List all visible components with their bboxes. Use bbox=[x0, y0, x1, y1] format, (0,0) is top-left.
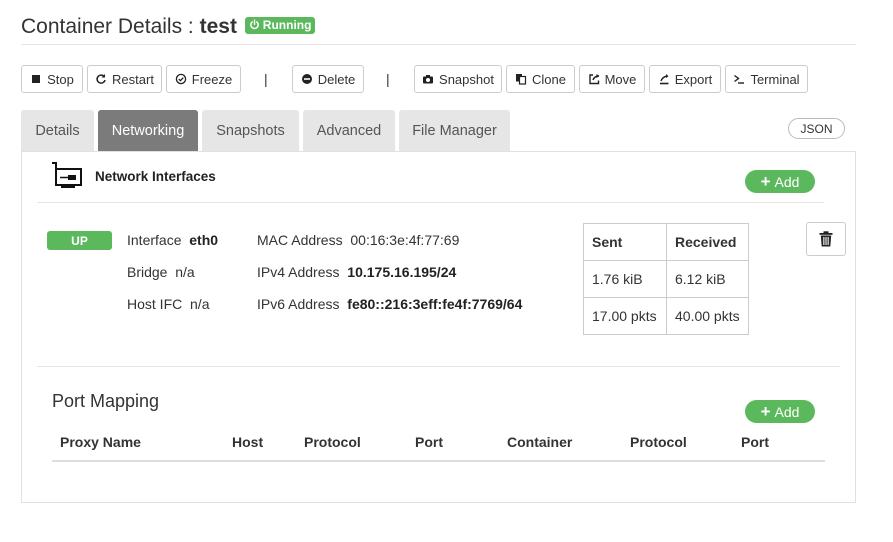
move-button[interactable]: Move bbox=[579, 65, 645, 93]
terminal-button[interactable]: Terminal bbox=[725, 65, 808, 93]
section-divider bbox=[37, 366, 840, 367]
mac-address-field: MAC Address 00:16:3e:4f:77:69 bbox=[257, 232, 460, 248]
check-circle-icon bbox=[175, 73, 187, 85]
delete-interface-button[interactable] bbox=[806, 222, 846, 256]
tab-snapshots[interactable]: Snapshots bbox=[202, 110, 299, 151]
received-bytes: 6.12 kiB bbox=[666, 260, 749, 298]
terminal-icon bbox=[734, 74, 745, 84]
toolbar-separator: | bbox=[264, 71, 268, 87]
network-card-icon bbox=[52, 162, 82, 188]
sent-header: Sent bbox=[583, 223, 667, 261]
snapshot-button[interactable]: Snapshot bbox=[414, 65, 502, 93]
toolbar-separator: | bbox=[386, 71, 390, 87]
camera-icon bbox=[423, 75, 434, 84]
column-container: Container bbox=[507, 434, 573, 450]
port-mapping-title: Port Mapping bbox=[52, 391, 160, 411]
network-interfaces-title: Network Interfaces bbox=[95, 169, 216, 184]
received-packets: 40.00 pkts bbox=[666, 297, 749, 335]
interface-field: Interface eth0 bbox=[127, 232, 219, 248]
restart-button[interactable]: Restart bbox=[87, 65, 162, 93]
clone-button[interactable]: Clone bbox=[506, 65, 575, 93]
tab-networking[interactable]: Networking bbox=[98, 110, 198, 151]
sent-packets: 17.00 pkts bbox=[583, 297, 667, 335]
power-icon bbox=[249, 19, 259, 30]
page-title: Container Details : test Running bbox=[21, 15, 316, 39]
restart-icon bbox=[96, 74, 106, 84]
ipv6-address-field: IPv6 Address fe80::216:3eff:fe4f:7769/64 bbox=[257, 296, 523, 312]
ipv4-address-field: IPv4 Address 10.175.16.195/24 bbox=[257, 264, 457, 280]
title-prefix: Container Details : bbox=[21, 15, 200, 38]
column-container-protocol: Protocol bbox=[630, 434, 687, 450]
sent-bytes: 1.76 kiB bbox=[583, 260, 667, 298]
column-protocol: Protocol bbox=[304, 434, 361, 450]
column-proxy-name: Proxy Name bbox=[60, 434, 141, 450]
column-port: Port bbox=[415, 434, 443, 450]
container-name: test bbox=[199, 15, 237, 38]
trash-icon bbox=[819, 231, 833, 247]
export-button[interactable]: Export bbox=[649, 65, 721, 93]
header-divider bbox=[21, 44, 856, 45]
json-button[interactable]: JSON bbox=[788, 118, 845, 139]
bridge-field: Bridge n/a bbox=[127, 264, 195, 280]
plus-icon: + bbox=[760, 172, 771, 191]
traffic-table: Sent Received 1.76 kiB 6.12 kiB 17.00 pk… bbox=[583, 223, 749, 335]
add-port-mapping-button[interactable]: + Add bbox=[745, 400, 815, 423]
tab-file-manager[interactable]: File Manager bbox=[399, 110, 510, 151]
section-divider bbox=[37, 202, 824, 203]
received-header: Received bbox=[666, 223, 749, 261]
tab-advanced[interactable]: Advanced bbox=[303, 110, 395, 151]
column-host: Host bbox=[232, 434, 264, 450]
copy-icon bbox=[516, 74, 527, 85]
stop-icon bbox=[32, 75, 41, 83]
add-interface-button[interactable]: + Add bbox=[745, 170, 815, 193]
interface-state-badge: UP bbox=[47, 231, 112, 250]
delete-button[interactable]: Delete bbox=[292, 65, 364, 93]
table-row: 17.00 pkts 40.00 pkts bbox=[583, 297, 749, 335]
status-text: Running bbox=[262, 17, 312, 32]
share-icon bbox=[588, 74, 599, 85]
status-badge: Running bbox=[244, 16, 316, 34]
table-row: 1.76 kiB 6.12 kiB bbox=[583, 260, 749, 298]
column-container-port: Port bbox=[741, 434, 769, 450]
table-header-divider bbox=[52, 460, 825, 462]
freeze-button[interactable]: Freeze bbox=[166, 65, 241, 93]
stop-button[interactable]: Stop bbox=[21, 65, 83, 93]
tab-details[interactable]: Details bbox=[21, 110, 94, 151]
host-ifc-field: Host IFC n/a bbox=[127, 296, 210, 312]
table-header-row: Sent Received bbox=[583, 223, 749, 261]
minus-circle-icon bbox=[301, 74, 312, 84]
plus-icon: + bbox=[760, 402, 771, 421]
export-icon bbox=[659, 74, 669, 85]
